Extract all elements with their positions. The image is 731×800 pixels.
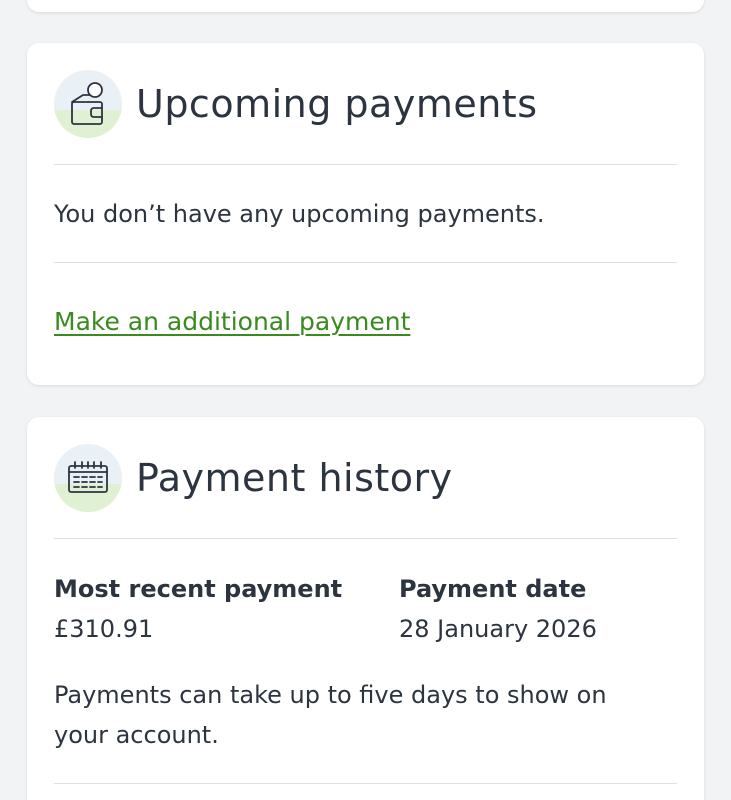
wallet-icon xyxy=(54,70,122,138)
divider xyxy=(54,783,677,784)
make-additional-payment-link[interactable]: Make an additional payment xyxy=(54,307,410,336)
payment-history-title: Payment history xyxy=(136,456,453,500)
most-recent-payment-column: Most recent payment £310.91 xyxy=(54,569,342,649)
payment-history-card: Payment history Most recent payment £310… xyxy=(27,417,704,800)
divider xyxy=(54,262,677,263)
upcoming-payments-header: Upcoming payments xyxy=(54,69,538,139)
upcoming-payments-card: Upcoming payments You don’t have any upc… xyxy=(27,43,704,385)
most-recent-payment-label: Most recent payment xyxy=(54,575,343,603)
payment-history-header: Payment history xyxy=(54,443,453,513)
most-recent-payment-value: £310.91 xyxy=(54,615,154,643)
previous-card xyxy=(27,0,704,12)
upcoming-payments-title: Upcoming payments xyxy=(136,82,538,126)
payment-date-column: Payment date 28 January 2026 xyxy=(399,569,597,649)
divider xyxy=(54,164,677,165)
page: Upcoming payments You don’t have any upc… xyxy=(0,0,731,800)
divider xyxy=(54,538,677,539)
no-upcoming-payments-message: You don’t have any upcoming payments. xyxy=(54,200,545,228)
payment-date-value: 28 January 2026 xyxy=(399,615,597,643)
calendar-icon xyxy=(54,444,122,512)
payment-date-label: Payment date xyxy=(399,575,587,603)
payment-delay-note: Payments can take up to five days to sho… xyxy=(54,681,607,749)
